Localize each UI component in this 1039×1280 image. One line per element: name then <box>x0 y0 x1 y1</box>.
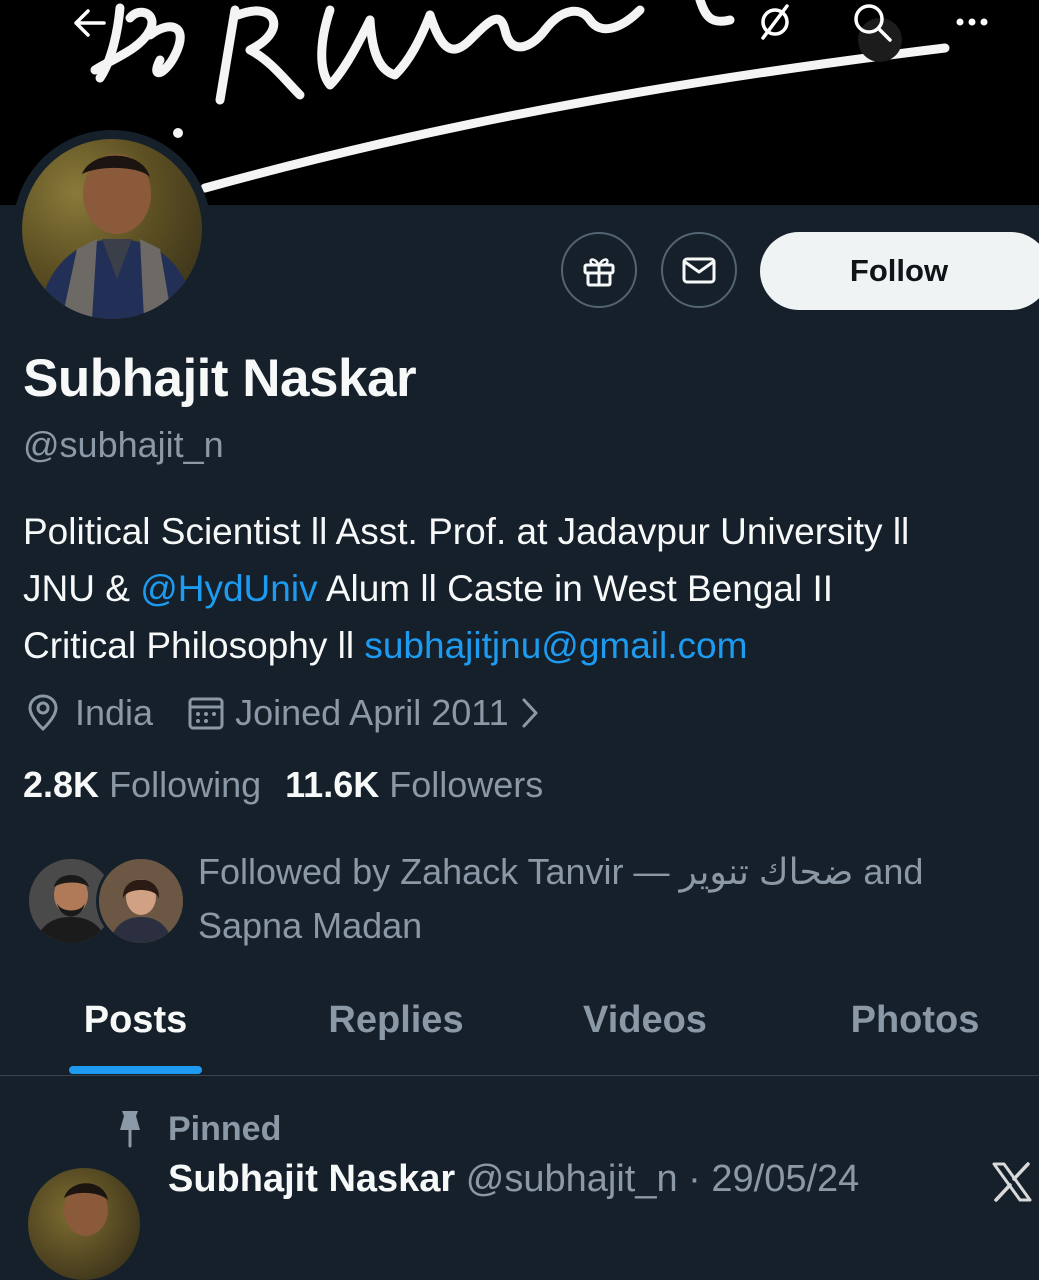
avatar <box>96 856 186 946</box>
profile-avatar[interactable] <box>13 130 211 328</box>
more-button[interactable] <box>942 0 1002 44</box>
joined-text: Joined April 2011 <box>235 692 509 733</box>
bio-line-1: Political Scientist ll Asst. Prof. at Ja… <box>23 511 910 552</box>
gift-button[interactable] <box>561 232 637 308</box>
following-label: Following <box>109 764 262 805</box>
eye-off-icon <box>761 4 789 40</box>
gift-icon <box>583 258 615 287</box>
message-button[interactable] <box>661 232 737 308</box>
back-button[interactable] <box>60 0 120 44</box>
avatar-photo <box>22 139 202 319</box>
envelope-icon <box>682 257 716 284</box>
arrow-left-icon <box>74 9 106 37</box>
search-button[interactable] <box>842 0 902 44</box>
pinned-label: Pinned <box>168 1109 282 1148</box>
bio-text: Alum ll Caste in West Bengal II <box>317 568 834 609</box>
followers-stat[interactable]: 11.6K Followers <box>285 764 543 806</box>
person-silhouette <box>37 154 197 319</box>
more-horizontal-icon <box>956 18 988 26</box>
location-icon <box>23 693 63 733</box>
followers-count: 11.6K <box>285 764 380 805</box>
followed-by-avatars[interactable] <box>26 856 186 946</box>
post-author-avatar[interactable] <box>28 1168 140 1280</box>
profile-handle: @subhajit_n <box>23 424 224 465</box>
bio-text: Critical Philosophy ll <box>23 625 365 666</box>
followed-by-line-2: Sapna Madan <box>198 905 423 946</box>
follow-button[interactable]: Follow <box>760 232 1039 310</box>
location-text: India <box>75 692 154 733</box>
hide-button[interactable] <box>745 0 805 44</box>
search-icon <box>854 4 892 42</box>
profile-name: Subhajit Naskar <box>23 349 417 408</box>
chevron-right-icon <box>519 695 541 731</box>
followed-by-text[interactable]: Followed by Zahack Tanvir — ضحاك تنوير a… <box>198 845 923 953</box>
joined-date[interactable]: Joined April 2011 <box>187 692 541 734</box>
post-header: Subhajit Naskar @subhajit_n · 29/05/24 <box>168 1158 859 1201</box>
profile-tabs: Posts Replies Videos Photos <box>0 965 1039 1076</box>
calendar-icon <box>187 694 225 732</box>
tab-videos[interactable]: Videos <box>560 965 730 1075</box>
profile-stats: 2.8K Following 11.6K Followers <box>23 764 543 806</box>
bio-line-2: JNU & @HydUniv Alum ll Caste in West Ben… <box>23 560 1033 617</box>
pinned-indicator: Pinned <box>112 1104 281 1154</box>
post-author-name[interactable]: Subhajit Naskar <box>168 1158 455 1200</box>
post-author-handle-date: @subhajit_n · 29/05/24 <box>465 1158 860 1200</box>
pin-icon <box>112 1108 148 1150</box>
mention-link[interactable]: @HydUniv <box>140 568 317 609</box>
tab-replies[interactable]: Replies <box>300 965 492 1075</box>
followed-by-line-1: Followed by Zahack Tanvir — ضحاك تنوير a… <box>198 851 924 892</box>
tab-photos[interactable]: Photos <box>830 965 1000 1075</box>
profile-meta: India Joined April 2011 <box>23 688 541 738</box>
following-count: 2.8K <box>23 764 100 805</box>
active-tab-indicator <box>69 1066 202 1074</box>
tab-posts[interactable]: Posts <box>69 965 202 1075</box>
profile-bio: Political Scientist ll Asst. Prof. at Ja… <box>23 503 1033 674</box>
bio-line-3: Critical Philosophy ll subhajitjnu@gmail… <box>23 617 1033 674</box>
email-link[interactable]: subhajitjnu@gmail.com <box>364 625 747 666</box>
followers-label: Followers <box>389 764 544 805</box>
following-stat[interactable]: 2.8K Following <box>23 764 261 806</box>
bio-text: JNU & <box>23 568 141 609</box>
x-logo-icon[interactable] <box>990 1160 1034 1209</box>
